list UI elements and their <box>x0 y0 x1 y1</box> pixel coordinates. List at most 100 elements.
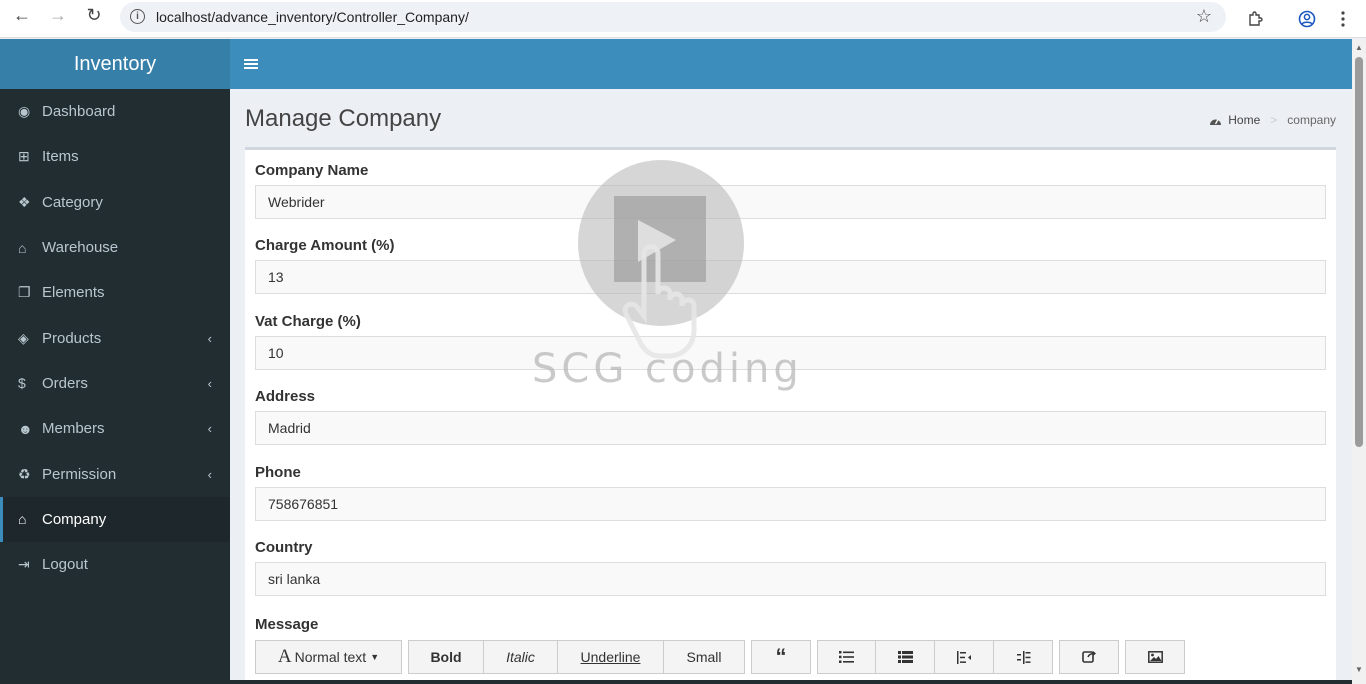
sidebar-item-orders[interactable]: $ Orders ‹ <box>0 361 230 406</box>
forward-button[interactable]: → <box>40 0 76 30</box>
sidebar-item-label: Logout <box>42 556 88 574</box>
forward-arrow-icon: → <box>49 4 67 25</box>
content-wrapper: Manage Company Home > company Company Na… <box>230 89 1352 684</box>
dollar-icon: $ <box>18 375 26 392</box>
sidebar-item-items[interactable]: ⊞ Items <box>0 134 230 179</box>
sidebar-item-products[interactable]: ◈ Products ‹ <box>0 315 230 360</box>
top-navbar <box>230 39 1352 89</box>
font-icon: A <box>277 646 292 667</box>
breadcrumb-current: company <box>1287 113 1336 127</box>
scroll-up-icon[interactable]: ▲ <box>1355 43 1363 52</box>
page-scrollbar[interactable]: ▲ ▼ <box>1352 39 1366 684</box>
sidebar-item-label: Company <box>42 510 107 528</box>
site-info-icon[interactable]: i <box>130 9 145 24</box>
phone-field: Phone 758676851 <box>255 464 1326 521</box>
bank-icon: ⌂ <box>18 511 27 528</box>
bank-icon: ⌂ <box>18 239 27 256</box>
url-text: localhost/advance_inventory/Controller_C… <box>156 9 469 25</box>
sidebar-menu: ◉ Dashboard ⊞ Items ❖ Category ⌂ Warehouse ❐ Elem… <box>0 89 230 587</box>
reload-icon: ↻ <box>86 4 102 25</box>
sidebar-item-company[interactable]: ⌂ Company <box>0 496 230 542</box>
sidebar: Inventory ◉ Dashboard ⊞ Items ❖ Category ⌂ Ware… <box>0 39 230 684</box>
breadcrumb-separator: > <box>1270 113 1278 127</box>
sidebar-item-label: Products <box>42 329 102 347</box>
phone-input[interactable]: 758676851 <box>255 487 1326 521</box>
normal-text-dropdown[interactable]: A Normal text ▼ <box>255 640 402 674</box>
country-field: Country sri lanka <box>255 539 1326 596</box>
message-field: Message <box>255 616 1326 633</box>
text-style-group: A Normal text ▼ <box>255 640 402 674</box>
reload-button[interactable]: ↻ <box>76 0 112 30</box>
unordered-list-icon[interactable] <box>817 640 876 674</box>
country-input[interactable]: sri lanka <box>255 562 1326 596</box>
vat-charge-label: Vat Charge (%) <box>255 313 361 330</box>
sidebar-item-dashboard[interactable]: ◉ Dashboard <box>0 89 230 134</box>
sidebar-item-warehouse[interactable]: ⌂ Warehouse <box>0 225 230 270</box>
phone-label: Phone <box>255 464 301 481</box>
cube-icon: ◈ <box>18 329 29 346</box>
sidebar-item-permission[interactable]: ♻ Permission ‹ <box>0 451 230 496</box>
caret-down-icon: ▼ <box>370 652 380 662</box>
sidebar-item-members[interactable]: ☻ Members ‹ <box>0 406 230 451</box>
list-group <box>817 640 1053 674</box>
vat-charge-field: Vat Charge (%) 10 <box>255 313 1326 370</box>
insert-image-icon[interactable] <box>1125 640 1185 674</box>
share-link-icon[interactable] <box>1059 640 1119 674</box>
outdent-icon[interactable] <box>935 640 994 674</box>
brand-logo[interactable]: Inventory <box>0 39 230 89</box>
sidebar-item-label: Orders <box>42 374 88 392</box>
chevron-left-icon: ‹ <box>207 330 212 346</box>
dashboard-icon <box>1210 118 1222 125</box>
charge-amount-label: Charge Amount (%) <box>255 237 395 254</box>
browser-menu-icon[interactable] <box>1328 4 1358 34</box>
charge-amount-field: Charge Amount (%) 13 <box>255 237 1326 294</box>
dashboard-icon: ◉ <box>18 103 31 120</box>
sidebar-item-label: Elements <box>42 284 105 302</box>
chevron-left-icon: ‹ <box>207 375 212 391</box>
address-input[interactable]: Madrid <box>255 411 1326 445</box>
sidebar-item-label: Permission <box>42 465 117 483</box>
bottom-strip <box>48 680 1352 684</box>
indent-icon[interactable] <box>994 640 1053 674</box>
address-field: Address Madrid <box>255 388 1326 445</box>
chevron-left-icon: ‹ <box>207 466 212 482</box>
charge-amount-input[interactable]: 13 <box>255 260 1326 294</box>
sidebar-item-label: Category <box>42 193 103 211</box>
underline-button[interactable]: Underline <box>558 640 664 674</box>
sidebar-item-label: Members <box>42 420 105 438</box>
small-button[interactable]: Small <box>664 640 745 674</box>
sign-out-icon: ⇥ <box>18 556 30 573</box>
editor-toolbar: A Normal text ▼ Bold Italic Underline Sm… <box>255 640 1185 674</box>
profile-icon[interactable] <box>1292 4 1322 34</box>
copy-icon: ❐ <box>18 284 31 301</box>
breadcrumb-home-link[interactable]: Home <box>1228 113 1260 127</box>
scroll-thumb[interactable] <box>1355 57 1363 447</box>
vat-charge-input[interactable]: 10 <box>255 336 1326 370</box>
sidebar-item-elements[interactable]: ❐ Elements <box>0 270 230 315</box>
sidebar-item-label: Warehouse <box>42 239 119 257</box>
quote-group: “ <box>751 640 811 674</box>
company-name-input[interactable]: Webrider <box>255 185 1326 219</box>
back-button[interactable]: ← <box>4 0 40 30</box>
sidebar-item-logout[interactable]: ⇥ Logout <box>0 542 230 587</box>
sidebar-item-category[interactable]: ❖ Category <box>0 180 230 225</box>
recycle-icon: ♻ <box>18 465 31 482</box>
sidebar-toggle-icon[interactable] <box>244 59 258 69</box>
blockquote-icon[interactable]: “ <box>751 640 811 674</box>
page-title: Manage Company <box>245 105 442 132</box>
address-bar[interactable]: i localhost/advance_inventory/Controller… <box>120 2 1226 32</box>
normal-text-label: Normal text <box>294 649 367 665</box>
company-name-field: Company Name Webrider <box>255 162 1326 219</box>
extensions-icon[interactable] <box>1240 4 1270 34</box>
bold-button[interactable]: Bold <box>408 640 484 674</box>
cubes-icon: ❖ <box>18 193 31 210</box>
sidebar-item-label: Items <box>42 148 79 166</box>
ordered-list-icon[interactable] <box>876 640 935 674</box>
italic-button[interactable]: Italic <box>484 640 558 674</box>
sidebar-item-label: Dashboard <box>42 103 116 121</box>
company-form-box: Company Name Webrider Charge Amount (%) 13 V… <box>245 147 1336 684</box>
address-label: Address <box>255 388 316 405</box>
bookmark-star-icon[interactable]: ☆ <box>1196 6 1212 27</box>
scroll-down-icon[interactable]: ▼ <box>1355 665 1363 674</box>
browser-toolbar: ← → ↻ i localhost/advance_inventory/Cont… <box>0 0 1366 38</box>
